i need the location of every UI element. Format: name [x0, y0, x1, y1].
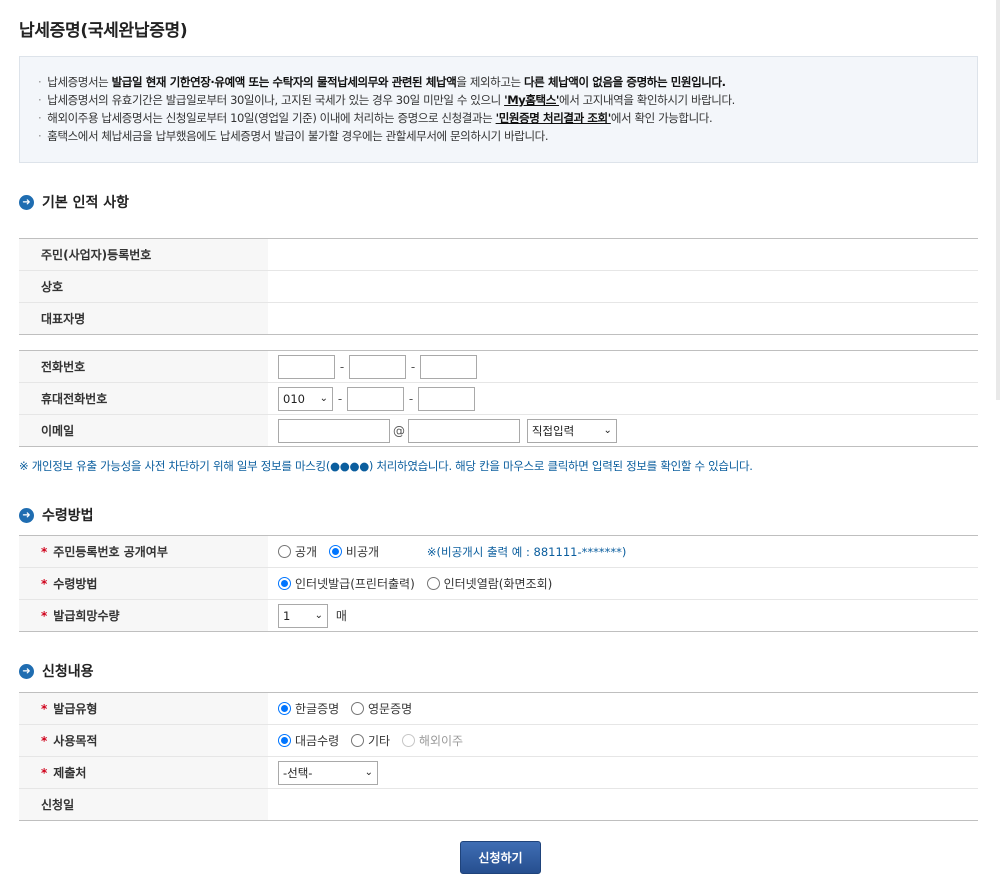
mobile-part3-input[interactable]: [418, 386, 475, 411]
basic-info-table: 주민(사업자)등록번호 상호 대표자명: [19, 238, 978, 335]
table-row: 전화번호 --: [19, 350, 978, 383]
disclose-public-radio[interactable]: 공개: [278, 543, 317, 560]
method-options: 인터넷발급(프린터출력) 인터넷열람(화면조회): [268, 567, 978, 600]
method-label: * 수령방법: [19, 567, 268, 600]
type-korean-radio[interactable]: 한글증명: [278, 700, 339, 717]
chevron-down-icon: ⌄: [319, 393, 328, 404]
email-domain-input[interactable]: [408, 418, 520, 443]
notice-line-4: 홈택스에서 체납세금을 납부했음에도 납세증명서 발급이 불가할 경우에는 관할…: [38, 127, 977, 145]
section-receive-title: ➜ 수령방법: [19, 505, 94, 525]
table-row: * 주민등록번호 공개여부 공개 비공개 ※(비공개시 출력 예 : 881111…: [19, 535, 978, 568]
my-hometax-link[interactable]: 'My홈택스': [504, 93, 559, 107]
phone-part3-input[interactable]: [420, 354, 477, 379]
apply-date-value: [268, 789, 978, 821]
company-value: [268, 270, 978, 303]
rep-name-label: 대표자명: [19, 302, 268, 335]
purpose-other-radio[interactable]: 기타: [351, 732, 390, 749]
mobile-fields: 010 ⌄ - -: [268, 382, 978, 415]
qty-field: 1 ⌄ 매: [268, 600, 978, 632]
email-id-input[interactable]: [278, 418, 390, 443]
email-label: 이메일: [19, 414, 268, 447]
contact-table: 전화번호 -- 휴대전화번호 010 ⌄ - - 이메일 @ 직접입력 ⌄: [19, 350, 978, 447]
section-apply-title: ➜ 신청내용: [19, 661, 94, 681]
purpose-payment-radio[interactable]: 대금수령: [278, 732, 339, 749]
type-options: 한글증명 영문증명: [268, 692, 978, 725]
apply-date-label: 신청일: [19, 788, 268, 821]
phone-part2-input[interactable]: [349, 354, 406, 379]
table-row: * 발급유형 한글증명 영문증명: [19, 692, 978, 725]
table-row: 상호: [19, 270, 978, 303]
purpose-emigration-radio[interactable]: 해외이주: [401, 732, 463, 749]
company-label: 상호: [19, 270, 268, 303]
submit-to-field: -선택- ⌄: [268, 756, 978, 789]
phone-fields: --: [268, 350, 978, 383]
method-view-radio[interactable]: 인터넷열람(화면조회): [426, 575, 552, 592]
mobile-label: 휴대전화번호: [19, 382, 268, 415]
chevron-down-icon: ⌄: [314, 610, 323, 621]
disclose-options: 공개 비공개 ※(비공개시 출력 예 : 881111-*******): [268, 535, 978, 568]
result-inquiry-link[interactable]: '민원증명 처리결과 조회': [496, 111, 612, 125]
type-english-radio[interactable]: 영문증명: [351, 700, 412, 717]
page-title: 납세증명(국세완납증명): [19, 21, 188, 41]
table-row: 대표자명: [19, 302, 978, 335]
chevron-down-icon: ⌄: [603, 425, 612, 436]
notice-line-3: 해외이주용 납세증명서는 신청일로부터 10일(영업일 기준) 이내에 처리하는…: [38, 109, 977, 127]
notice-line-1: 납세증명서는 발급일 현재 기한연장·유예액 또는 수탁자의 물적납세의무와 관…: [38, 73, 977, 91]
qty-unit: 매: [335, 609, 347, 623]
table-row: * 제출처 -선택- ⌄: [19, 756, 978, 789]
email-domain-select[interactable]: 직접입력 ⌄: [526, 418, 617, 443]
mobile-part2-input[interactable]: [347, 386, 404, 411]
apply-submit-button[interactable]: 신청하기: [460, 841, 541, 874]
section-basic-title: ➜ 기본 인적 사항: [19, 192, 129, 212]
notice-box: 납세증명서는 발급일 현재 기한연장·유예액 또는 수탁자의 물적납세의무와 관…: [19, 56, 978, 163]
phone-label: 전화번호: [19, 350, 268, 383]
receive-table: * 주민등록번호 공개여부 공개 비공개 ※(비공개시 출력 예 : 881111…: [19, 535, 978, 632]
apply-table: * 발급유형 한글증명 영문증명 * 사용목적 대금수령 기타 해외이주 * 제출처 …: [19, 692, 978, 821]
table-row: * 사용목적 대금수령 기타 해외이주: [19, 724, 978, 757]
table-row: 휴대전화번호 010 ⌄ - -: [19, 382, 978, 415]
reg-no-value: [268, 238, 978, 271]
disclose-hint: ※(비공개시 출력 예 : 881111-*******): [426, 544, 627, 559]
chevron-down-icon: ⌄: [364, 767, 373, 778]
table-row: 신청일: [19, 788, 978, 821]
arrow-circle-icon: ➜: [19, 663, 34, 679]
type-label: * 발급유형: [19, 692, 268, 725]
submit-to-select[interactable]: -선택- ⌄: [278, 760, 378, 785]
purpose-options: 대금수령 기타 해외이주: [268, 724, 978, 757]
table-row: 주민(사업자)등록번호: [19, 238, 978, 271]
disclose-private-radio[interactable]: 비공개: [328, 543, 379, 560]
scrollbar-edge[interactable]: [996, 0, 1000, 400]
page: 납세증명(국세완납증명) 납세증명서는 발급일 현재 기한연장·유예액 또는 수…: [0, 0, 1000, 881]
privacy-note: ※ 개인정보 유출 가능성을 사전 차단하기 위해 일부 정보를 마스킹(●●●…: [19, 459, 753, 473]
method-print-radio[interactable]: 인터넷발급(프린터출력): [278, 575, 415, 592]
arrow-circle-icon: ➜: [19, 194, 34, 210]
purpose-label: * 사용목적: [19, 724, 268, 757]
phone-part1-input[interactable]: [278, 354, 335, 379]
mobile-prefix-select[interactable]: 010 ⌄: [278, 386, 333, 411]
rep-name-value: [268, 303, 978, 335]
table-row: 이메일 @ 직접입력 ⌄: [19, 414, 978, 447]
submit-to-label: * 제출처: [19, 756, 268, 789]
email-fields: @ 직접입력 ⌄: [268, 415, 978, 447]
notice-line-2: 납세증명서의 유효기간은 발급일로부터 30일이나, 고지된 국세가 있는 경우…: [38, 91, 977, 109]
qty-label: * 발급희망수량: [19, 599, 268, 632]
disclose-label: * 주민등록번호 공개여부: [19, 535, 268, 568]
table-row: * 수령방법 인터넷발급(프린터출력) 인터넷열람(화면조회): [19, 567, 978, 600]
table-row: * 발급희망수량 1 ⌄ 매: [19, 599, 978, 632]
reg-no-label: 주민(사업자)등록번호: [19, 238, 268, 271]
arrow-circle-icon: ➜: [19, 507, 34, 523]
qty-select[interactable]: 1 ⌄: [278, 603, 328, 628]
